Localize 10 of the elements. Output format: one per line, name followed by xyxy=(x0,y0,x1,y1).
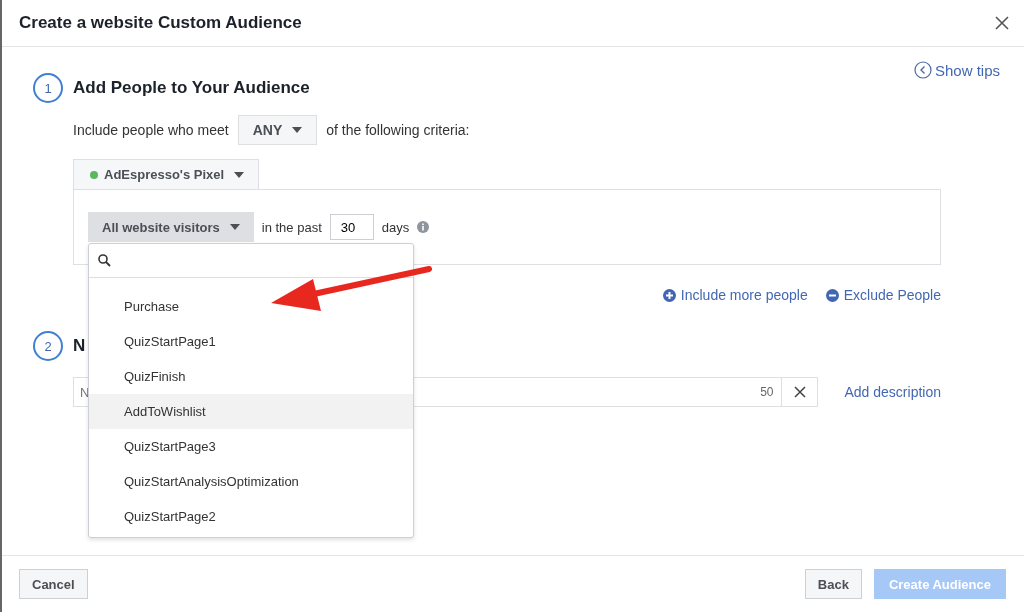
days-label: days xyxy=(381,219,410,235)
criteria-label: of the following criteria: xyxy=(326,122,470,138)
character-counter: 50 xyxy=(760,385,774,399)
step-heading: Add People to Your Audience xyxy=(73,78,310,98)
include-label: Include people who meet xyxy=(73,122,229,138)
in-the-past-label: in the past xyxy=(261,219,322,235)
step-number: 2 xyxy=(33,331,63,361)
step-number: 1 xyxy=(33,73,63,103)
dialog-title: Create a website Custom Audience xyxy=(19,13,303,33)
step-heading: N xyxy=(73,336,86,356)
